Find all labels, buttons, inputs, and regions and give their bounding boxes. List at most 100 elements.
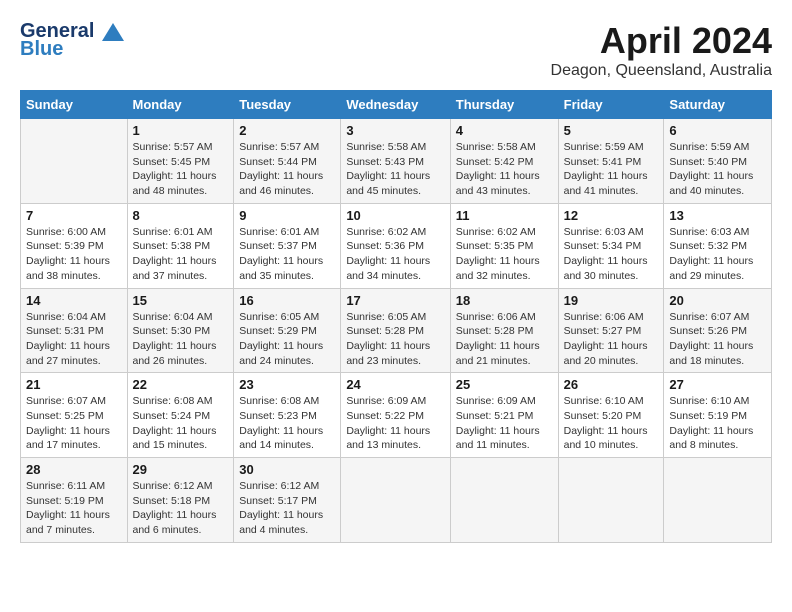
day-number: 1 [133, 123, 229, 138]
day-cell: 8 Sunrise: 6:01 AM Sunset: 5:38 PM Daylig… [127, 203, 234, 288]
day-cell: 5Sunrise: 5:59 AM Sunset: 5:41 PM Daylig… [558, 119, 664, 204]
day-info: Sunrise: 6:06 AM Sunset: 5:27 PM Dayligh… [564, 310, 659, 369]
day-info: Sunrise: 6:06 AM Sunset: 5:28 PM Dayligh… [456, 310, 553, 369]
week-row-4: 21 Sunrise: 6:07 AM Sunset: 5:25 PM Dayli… [21, 373, 772, 458]
day-cell: 1 Sunrise: 5:57 AM Sunset: 5:45 PM Daylig… [127, 119, 234, 204]
day-cell [450, 458, 558, 543]
day-number: 16 [239, 293, 335, 308]
day-info: Sunrise: 6:00 AM Sunset: 5:39 PM Dayligh… [26, 225, 122, 284]
day-info: Sunrise: 6:11 AM Sunset: 5:19 PM Dayligh… [26, 479, 122, 538]
day-info: Sunrise: 6:05 AM Sunset: 5:29 PM Dayligh… [239, 310, 335, 369]
day-cell: 17 Sunrise: 6:05 AM Sunset: 5:28 PM Dayli… [341, 288, 450, 373]
header-cell-saturday: Saturday [664, 91, 772, 119]
day-cell: 27 Sunrise: 6:10 AM Sunset: 5:19 PM Dayli… [664, 373, 772, 458]
header-cell-wednesday: Wednesday [341, 91, 450, 119]
day-info: Sunrise: 5:58 AM Sunset: 5:43 PM Dayligh… [346, 140, 444, 199]
day-info: Sunrise: 6:01 AM Sunset: 5:37 PM Dayligh… [239, 225, 335, 284]
week-row-3: 14 Sunrise: 6:04 AM Sunset: 5:31 PM Dayli… [21, 288, 772, 373]
day-cell: 7 Sunrise: 6:00 AM Sunset: 5:39 PM Daylig… [21, 203, 128, 288]
header-cell-monday: Monday [127, 91, 234, 119]
day-number: 24 [346, 377, 444, 392]
week-row-2: 7 Sunrise: 6:00 AM Sunset: 5:39 PM Daylig… [21, 203, 772, 288]
day-number: 14 [26, 293, 122, 308]
day-info: Sunrise: 6:12 AM Sunset: 5:18 PM Dayligh… [133, 479, 229, 538]
day-cell: 24Sunrise: 6:09 AM Sunset: 5:22 PM Dayli… [341, 373, 450, 458]
day-number: 4 [456, 123, 553, 138]
day-info: Sunrise: 6:02 AM Sunset: 5:36 PM Dayligh… [346, 225, 444, 284]
month-title: April 2024 [551, 20, 772, 62]
day-number: 30 [239, 462, 335, 477]
header-cell-friday: Friday [558, 91, 664, 119]
day-info: Sunrise: 5:59 AM Sunset: 5:40 PM Dayligh… [669, 140, 766, 199]
day-cell: 29 Sunrise: 6:12 AM Sunset: 5:18 PM Dayli… [127, 458, 234, 543]
day-number: 19 [564, 293, 659, 308]
day-info: Sunrise: 6:04 AM Sunset: 5:31 PM Dayligh… [26, 310, 122, 369]
title-area: April 2024 Deagon, Queensland, Australia [551, 20, 772, 80]
day-number: 9 [239, 208, 335, 223]
day-cell: 15 Sunrise: 6:04 AM Sunset: 5:30 PM Dayli… [127, 288, 234, 373]
day-number: 7 [26, 208, 122, 223]
day-number: 5 [564, 123, 659, 138]
header: General Blue April 2024 Deagon, Queensla… [20, 20, 772, 80]
day-info: Sunrise: 5:58 AM Sunset: 5:42 PM Dayligh… [456, 140, 553, 199]
day-number: 22 [133, 377, 229, 392]
day-info: Sunrise: 6:05 AM Sunset: 5:28 PM Dayligh… [346, 310, 444, 369]
day-cell: 22 Sunrise: 6:08 AM Sunset: 5:24 PM Dayli… [127, 373, 234, 458]
day-cell: 2 Sunrise: 5:57 AM Sunset: 5:44 PM Daylig… [234, 119, 341, 204]
day-cell [21, 119, 128, 204]
day-cell: 11Sunrise: 6:02 AM Sunset: 5:35 PM Dayli… [450, 203, 558, 288]
day-info: Sunrise: 5:57 AM Sunset: 5:44 PM Dayligh… [239, 140, 335, 199]
day-number: 26 [564, 377, 659, 392]
day-number: 18 [456, 293, 553, 308]
day-number: 10 [346, 208, 444, 223]
day-number: 2 [239, 123, 335, 138]
day-cell: 6 Sunrise: 5:59 AM Sunset: 5:40 PM Daylig… [664, 119, 772, 204]
day-number: 28 [26, 462, 122, 477]
day-cell: 21 Sunrise: 6:07 AM Sunset: 5:25 PM Dayli… [21, 373, 128, 458]
day-number: 15 [133, 293, 229, 308]
day-info: Sunrise: 6:09 AM Sunset: 5:21 PM Dayligh… [456, 394, 553, 453]
day-info: Sunrise: 6:01 AM Sunset: 5:38 PM Dayligh… [133, 225, 229, 284]
day-info: Sunrise: 6:10 AM Sunset: 5:19 PM Dayligh… [669, 394, 766, 453]
day-number: 6 [669, 123, 766, 138]
day-cell: 13 Sunrise: 6:03 AM Sunset: 5:32 PM Dayli… [664, 203, 772, 288]
day-number: 27 [669, 377, 766, 392]
day-number: 8 [133, 208, 229, 223]
day-number: 3 [346, 123, 444, 138]
week-row-5: 28 Sunrise: 6:11 AM Sunset: 5:19 PM Dayli… [21, 458, 772, 543]
day-cell: 4 Sunrise: 5:58 AM Sunset: 5:42 PM Daylig… [450, 119, 558, 204]
day-number: 23 [239, 377, 335, 392]
day-number: 21 [26, 377, 122, 392]
day-cell: 14 Sunrise: 6:04 AM Sunset: 5:31 PM Dayli… [21, 288, 128, 373]
day-cell: 30Sunrise: 6:12 AM Sunset: 5:17 PM Dayli… [234, 458, 341, 543]
day-cell: 18 Sunrise: 6:06 AM Sunset: 5:28 PM Dayli… [450, 288, 558, 373]
day-number: 11 [456, 208, 553, 223]
day-info: Sunrise: 6:08 AM Sunset: 5:23 PM Dayligh… [239, 394, 335, 453]
day-cell: 23 Sunrise: 6:08 AM Sunset: 5:23 PM Dayli… [234, 373, 341, 458]
header-row: SundayMondayTuesdayWednesdayThursdayFrid… [21, 91, 772, 119]
day-number: 13 [669, 208, 766, 223]
calendar-table: SundayMondayTuesdayWednesdayThursdayFrid… [20, 90, 772, 543]
day-cell [558, 458, 664, 543]
logo-blue: Blue [20, 38, 124, 60]
day-number: 29 [133, 462, 229, 477]
day-cell: 20Sunrise: 6:07 AM Sunset: 5:26 PM Dayli… [664, 288, 772, 373]
day-cell: 25 Sunrise: 6:09 AM Sunset: 5:21 PM Dayli… [450, 373, 558, 458]
day-info: Sunrise: 6:07 AM Sunset: 5:26 PM Dayligh… [669, 310, 766, 369]
day-number: 25 [456, 377, 553, 392]
header-cell-sunday: Sunday [21, 91, 128, 119]
header-cell-tuesday: Tuesday [234, 91, 341, 119]
day-cell: 26 Sunrise: 6:10 AM Sunset: 5:20 PM Dayli… [558, 373, 664, 458]
day-cell: 10 Sunrise: 6:02 AM Sunset: 5:36 PM Dayli… [341, 203, 450, 288]
day-info: Sunrise: 6:08 AM Sunset: 5:24 PM Dayligh… [133, 394, 229, 453]
day-info: Sunrise: 6:07 AM Sunset: 5:25 PM Dayligh… [26, 394, 122, 453]
day-info: Sunrise: 6:04 AM Sunset: 5:30 PM Dayligh… [133, 310, 229, 369]
day-info: Sunrise: 6:03 AM Sunset: 5:32 PM Dayligh… [669, 225, 766, 284]
day-number: 17 [346, 293, 444, 308]
day-cell: 3 Sunrise: 5:58 AM Sunset: 5:43 PM Daylig… [341, 119, 450, 204]
day-info: Sunrise: 5:57 AM Sunset: 5:45 PM Dayligh… [133, 140, 229, 199]
day-cell [341, 458, 450, 543]
day-info: Sunrise: 6:10 AM Sunset: 5:20 PM Dayligh… [564, 394, 659, 453]
day-number: 12 [564, 208, 659, 223]
day-cell: 19 Sunrise: 6:06 AM Sunset: 5:27 PM Dayli… [558, 288, 664, 373]
